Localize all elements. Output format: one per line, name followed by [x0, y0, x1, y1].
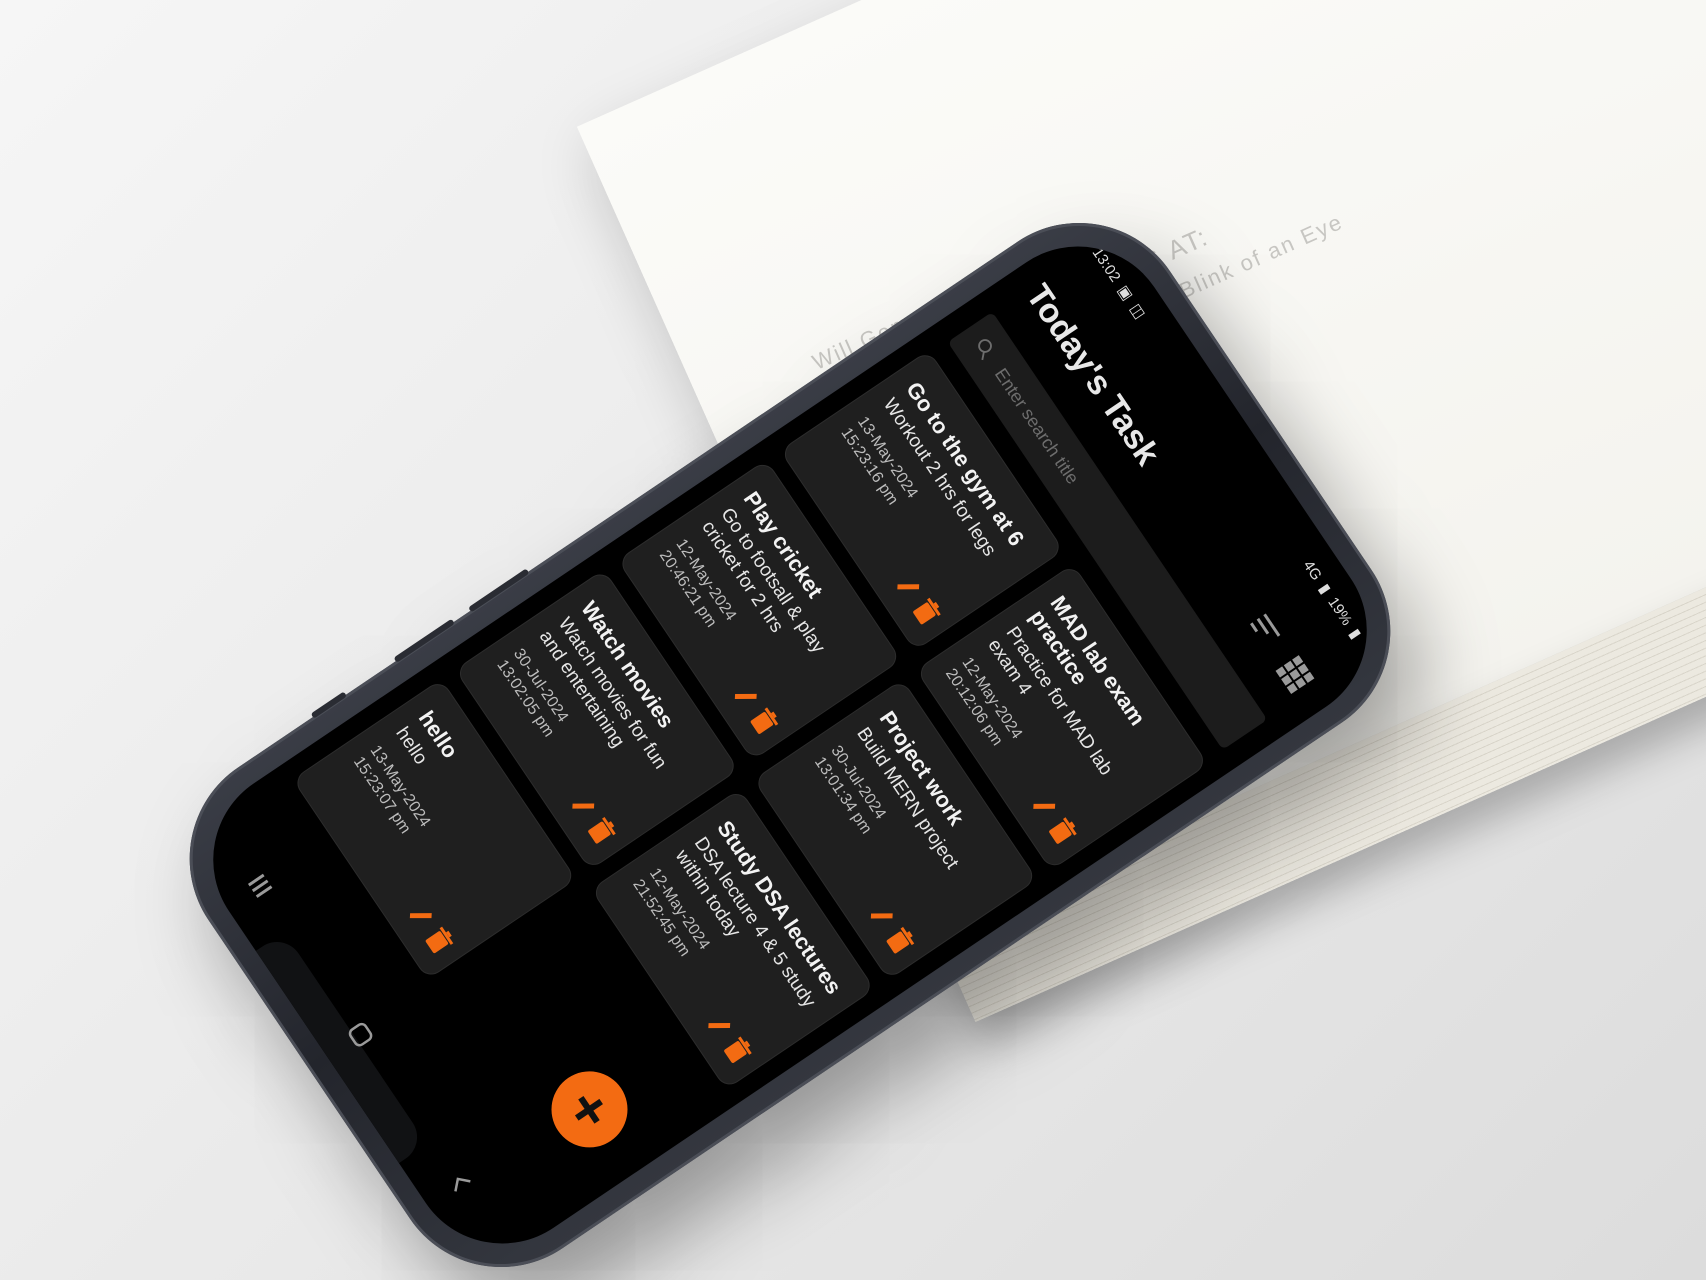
delete-trash-icon[interactable]: [910, 595, 944, 628]
signal-icon: ▮: [1315, 580, 1334, 598]
header-icons: [1240, 605, 1320, 700]
status-right: 4G ▮ 19% ▮: [1300, 557, 1366, 642]
home-icon: [348, 1022, 373, 1047]
edit-pencil-icon[interactable]: [405, 898, 439, 931]
recent-apps-button[interactable]: [237, 862, 284, 912]
back-icon: [454, 1177, 471, 1192]
status-time: 13:02: [1088, 244, 1125, 285]
battery-icon: ▮: [1345, 625, 1365, 643]
scene: Will Gompertz WHAT ARE YOU LOOKING AT: 1…: [0, 0, 1706, 1280]
message-notification-icon: ◫: [1126, 300, 1149, 323]
search-icon: [978, 339, 992, 361]
recent-apps-icon: [248, 874, 273, 899]
status-left: 13:02 ▣ ◫: [1089, 244, 1150, 322]
delete-trash-icon[interactable]: [422, 924, 456, 957]
edit-pencil-icon[interactable]: [865, 898, 899, 931]
phone-side-button: [310, 691, 348, 719]
network-label: 4G: [1300, 557, 1326, 584]
delete-trash-icon[interactable]: [883, 924, 917, 957]
grid-view-button[interactable]: [1270, 650, 1320, 700]
grid-icon: [1275, 655, 1315, 695]
sort-button[interactable]: [1240, 605, 1290, 655]
back-button[interactable]: [437, 1158, 484, 1208]
sort-icon: [1250, 613, 1281, 637]
battery-percent: 19%: [1324, 593, 1356, 629]
edit-pencil-icon[interactable]: [892, 569, 926, 602]
gallery-notification-icon: ▣: [1114, 282, 1137, 304]
home-button[interactable]: [337, 1010, 384, 1060]
